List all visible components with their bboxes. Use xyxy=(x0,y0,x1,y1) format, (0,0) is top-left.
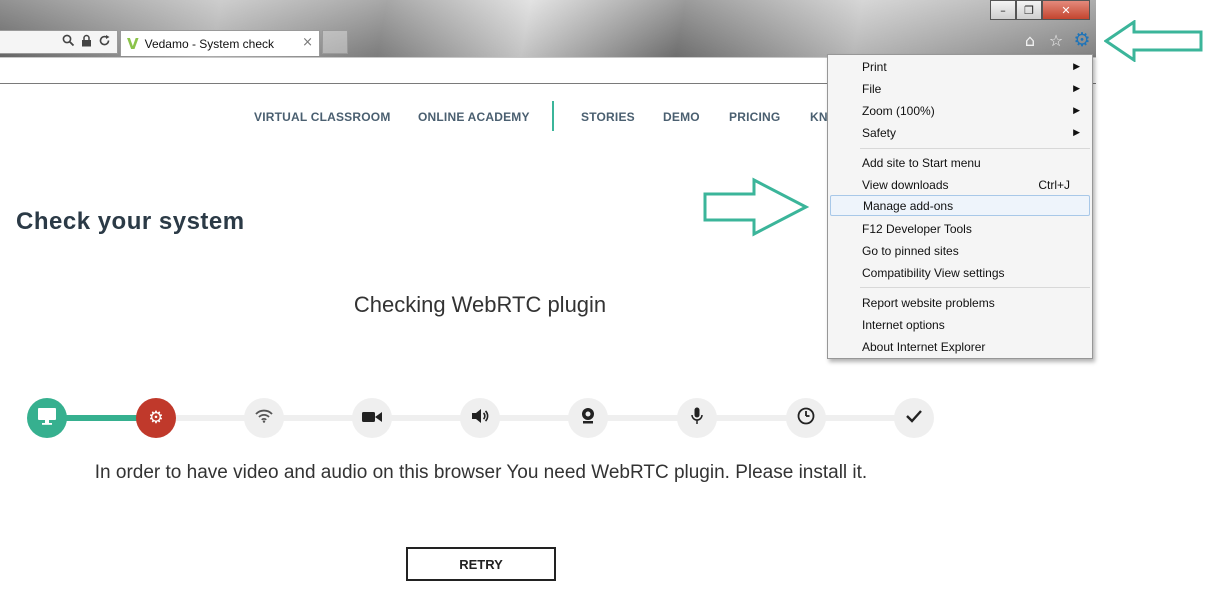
submenu-arrow-icon: ▶ xyxy=(1073,61,1080,72)
menu-item-label: View downloads xyxy=(862,177,949,192)
menu-item-about-ie[interactable]: About Internet Explorer xyxy=(830,336,1090,357)
nav-demo[interactable]: DEMO xyxy=(663,110,700,124)
step-camera xyxy=(352,398,392,438)
checkmark-icon xyxy=(905,408,923,428)
menu-item-dev-tools[interactable]: F12 Developer Tools xyxy=(830,218,1090,239)
clock-icon xyxy=(797,407,815,430)
new-tab-button[interactable] xyxy=(322,30,348,54)
plugin-required-message: In order to have video and audio on this… xyxy=(94,462,868,483)
nav-stories[interactable]: STORIES xyxy=(581,110,635,124)
tab-close-icon[interactable]: × xyxy=(302,35,313,50)
nav-pricing[interactable]: PRICING xyxy=(729,110,780,124)
tools-gear-icon[interactable]: ⚙ xyxy=(1072,29,1092,51)
restore-button[interactable]: ❐ xyxy=(1016,0,1042,20)
check-status-subtitle: Checking WebRTC plugin xyxy=(353,292,607,317)
step-plugin: ⚙ xyxy=(136,398,176,438)
nav-online-academy[interactable]: ONLINE ACADEMY xyxy=(418,110,530,124)
step-network xyxy=(244,398,284,438)
menu-separator xyxy=(860,287,1090,288)
gear-icon: ⚙ xyxy=(148,408,164,428)
page-title: Check your system xyxy=(16,208,245,235)
submenu-arrow-icon: ▶ xyxy=(1073,105,1080,116)
minimize-button[interactable]: – xyxy=(990,0,1016,20)
camera-icon xyxy=(362,408,382,428)
favorites-star-icon[interactable]: ☆ xyxy=(1046,30,1066,50)
menu-item-label: Internet options xyxy=(862,317,945,332)
window-controls: – ❐ ✕ xyxy=(990,0,1090,20)
vedamo-favicon-icon: V xyxy=(127,34,139,53)
menu-item-zoom[interactable]: Zoom (100%) ▶ xyxy=(830,100,1090,121)
nav-divider xyxy=(552,101,554,131)
step-complete xyxy=(894,398,934,438)
menu-shortcut: Ctrl+J xyxy=(1038,177,1070,192)
menu-item-compat-view[interactable]: Compatibility View settings xyxy=(830,262,1090,283)
screenshot-root: { "browser": { "tab_title": "Vedamo - Sy… xyxy=(0,0,1208,590)
menu-item-manage-addons[interactable]: Manage add-ons xyxy=(830,195,1090,216)
annotation-arrow-left-icon xyxy=(1104,20,1203,62)
menu-item-label: Print xyxy=(862,59,887,74)
step-clock xyxy=(786,398,826,438)
menu-item-label: F12 Developer Tools xyxy=(862,221,972,236)
menu-item-label: Add site to Start menu xyxy=(862,155,981,170)
menu-item-label: Manage add-ons xyxy=(863,198,954,213)
menu-item-report-problems[interactable]: Report website problems xyxy=(830,292,1090,313)
menu-separator xyxy=(860,148,1090,149)
step-monitor xyxy=(27,398,67,438)
monitor-icon xyxy=(37,407,57,430)
menu-item-label: File xyxy=(862,81,882,96)
nav-virtual-classroom[interactable]: VIRTUAL CLASSROOM xyxy=(254,110,391,124)
step-microphone xyxy=(677,398,717,438)
menu-item-view-downloads[interactable]: View downloads Ctrl+J xyxy=(830,174,1090,195)
menu-item-safety[interactable]: Safety ▶ xyxy=(830,122,1090,143)
submenu-arrow-icon: ▶ xyxy=(1073,83,1080,94)
screen-margin xyxy=(1096,0,1208,590)
menu-item-print[interactable]: Print ▶ xyxy=(830,56,1090,77)
refresh-icon[interactable] xyxy=(98,34,111,50)
address-bar-tail[interactable] xyxy=(0,30,118,54)
browser-tab[interactable]: V Vedamo - System check × xyxy=(120,30,320,56)
menu-item-label: Safety xyxy=(862,125,897,140)
tab-title: Vedamo - System check xyxy=(144,36,274,51)
annotation-arrow-right-icon xyxy=(703,177,810,237)
step-webcam xyxy=(568,398,608,438)
microphone-icon xyxy=(691,407,703,430)
close-window-button[interactable]: ✕ xyxy=(1042,0,1090,20)
nav-knowledge-truncated[interactable]: KN xyxy=(810,110,828,124)
menu-item-label: Report website problems xyxy=(862,295,995,310)
webcam-icon xyxy=(580,407,596,429)
menu-item-label: About Internet Explorer xyxy=(862,339,986,354)
step-speaker xyxy=(460,398,500,438)
menu-item-add-site[interactable]: Add site to Start menu xyxy=(830,152,1090,173)
home-icon[interactable]: ⌂ xyxy=(1020,30,1040,50)
search-icon[interactable] xyxy=(62,34,75,50)
menu-item-label: Go to pinned sites xyxy=(862,243,959,258)
menu-item-pinned-sites[interactable]: Go to pinned sites xyxy=(830,240,1090,261)
lock-icon[interactable] xyxy=(81,34,92,50)
retry-button[interactable]: RETRY xyxy=(406,547,556,581)
submenu-arrow-icon: ▶ xyxy=(1073,127,1080,138)
tools-menu: Print ▶ File ▶ Zoom (100%) ▶ Safety ▶ Ad… xyxy=(827,54,1093,359)
wifi-icon xyxy=(255,408,273,428)
speaker-icon xyxy=(471,408,489,429)
menu-item-label: Compatibility View settings xyxy=(862,265,1005,280)
menu-item-label: Zoom (100%) xyxy=(862,103,935,118)
menu-item-internet-options[interactable]: Internet options xyxy=(830,314,1090,335)
menu-item-file[interactable]: File ▶ xyxy=(830,78,1090,99)
browser-toolbar-icons: ⌂ ☆ ⚙ xyxy=(1020,29,1092,51)
